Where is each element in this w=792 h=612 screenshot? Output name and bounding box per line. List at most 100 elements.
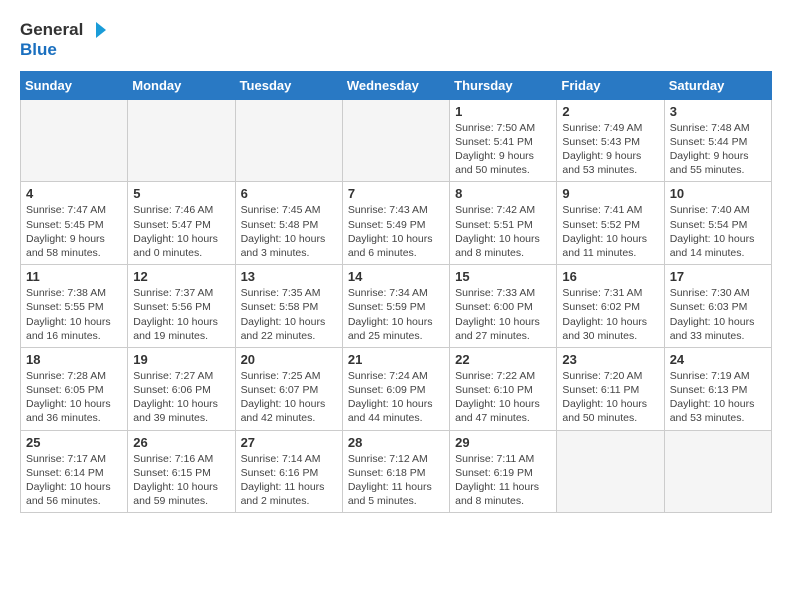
calendar-cell: 15 Sunrise: 7:33 AMSunset: 6:00 PMDayligh… [450, 265, 557, 348]
logo-bird-icon [86, 20, 106, 40]
day-info: Sunrise: 7:35 AMSunset: 5:58 PMDaylight:… [241, 286, 337, 343]
day-number: 17 [670, 269, 766, 284]
calendar-cell: 13Sunrise: 7:35 AMSunset: 5:58 PMDayligh… [235, 265, 342, 348]
day-number: 14 [348, 269, 444, 284]
day-info: Sunrise: 7:28 AMSunset: 6:05 PMDaylight:… [26, 369, 122, 426]
day-number: 27 [241, 435, 337, 450]
weekday-header-tuesday: Tuesday [235, 71, 342, 99]
calendar-cell: 8 Sunrise: 7:42 AMSunset: 5:51 PMDaylight… [450, 182, 557, 265]
calendar-cell: 1 Sunrise: 7:50 AMSunset: 5:41 PMDaylight… [450, 99, 557, 182]
calendar-week-4: 18 Sunrise: 7:28 AMSunset: 6:05 PMDayligh… [21, 347, 772, 430]
day-info: Sunrise: 7:27 AMSunset: 6:06 PMDaylight:… [133, 369, 229, 426]
day-number: 29 [455, 435, 551, 450]
calendar-cell: 22 Sunrise: 7:22 AMSunset: 6:10 PMDayligh… [450, 347, 557, 430]
calendar-cell: 2Sunrise: 7:49 AMSunset: 5:43 PMDaylight… [557, 99, 664, 182]
day-number: 1 [455, 104, 551, 119]
day-number: 20 [241, 352, 337, 367]
calendar-cell: 12 Sunrise: 7:37 AMSunset: 5:56 PMDayligh… [128, 265, 235, 348]
day-info: Sunrise: 7:11 AMSunset: 6:19 PMDaylight:… [455, 452, 551, 509]
day-number: 6 [241, 186, 337, 201]
calendar-cell: 3 Sunrise: 7:48 AMSunset: 5:44 PMDaylight… [664, 99, 771, 182]
calendar-cell: 18 Sunrise: 7:28 AMSunset: 6:05 PMDayligh… [21, 347, 128, 430]
day-info: Sunrise: 7:17 AMSunset: 6:14 PMDaylight:… [26, 452, 122, 509]
day-info: Sunrise: 7:38 AMSunset: 5:55 PMDaylight:… [26, 286, 122, 343]
weekday-header-friday: Friday [557, 71, 664, 99]
calendar-cell: 4 Sunrise: 7:47 AMSunset: 5:45 PMDaylight… [21, 182, 128, 265]
calendar-week-1: 1 Sunrise: 7:50 AMSunset: 5:41 PMDaylight… [21, 99, 772, 182]
calendar-cell: 14 Sunrise: 7:34 AMSunset: 5:59 PMDayligh… [342, 265, 449, 348]
day-number: 5 [133, 186, 229, 201]
day-info: Sunrise: 7:19 AMSunset: 6:13 PMDaylight:… [670, 369, 766, 426]
calendar-cell: 17 Sunrise: 7:30 AMSunset: 6:03 PMDayligh… [664, 265, 771, 348]
day-info: Sunrise: 7:40 AMSunset: 5:54 PMDaylight:… [670, 203, 766, 260]
day-info: Sunrise: 7:43 AMSunset: 5:49 PMDaylight:… [348, 203, 444, 260]
calendar-table: SundayMondayTuesdayWednesdayThursdayFrid… [20, 71, 772, 513]
day-number: 23 [562, 352, 658, 367]
calendar-cell: 29 Sunrise: 7:11 AMSunset: 6:19 PMDayligh… [450, 430, 557, 513]
day-info: Sunrise: 7:47 AMSunset: 5:45 PMDaylight:… [26, 203, 122, 260]
day-info: Sunrise: 7:24 AMSunset: 6:09 PMDaylight:… [348, 369, 444, 426]
day-info: Sunrise: 7:14 AMSunset: 6:16 PMDaylight:… [241, 452, 337, 509]
logo-text-general: General [20, 20, 83, 40]
calendar-cell [342, 99, 449, 182]
day-number: 2 [562, 104, 658, 119]
calendar-cell [557, 430, 664, 513]
day-info: Sunrise: 7:16 AMSunset: 6:15 PMDaylight:… [133, 452, 229, 509]
day-info: Sunrise: 7:46 AMSunset: 5:47 PMDaylight:… [133, 203, 229, 260]
calendar-cell [21, 99, 128, 182]
calendar-cell [235, 99, 342, 182]
logo-text-blue: Blue [20, 40, 106, 60]
day-number: 10 [670, 186, 766, 201]
day-number: 12 [133, 269, 229, 284]
calendar-cell: 24 Sunrise: 7:19 AMSunset: 6:13 PMDayligh… [664, 347, 771, 430]
day-number: 25 [26, 435, 122, 450]
day-number: 16 [562, 269, 658, 284]
calendar-week-2: 4 Sunrise: 7:47 AMSunset: 5:45 PMDaylight… [21, 182, 772, 265]
day-info: Sunrise: 7:22 AMSunset: 6:10 PMDaylight:… [455, 369, 551, 426]
calendar-cell: 11 Sunrise: 7:38 AMSunset: 5:55 PMDayligh… [21, 265, 128, 348]
calendar-cell: 5 Sunrise: 7:46 AMSunset: 5:47 PMDaylight… [128, 182, 235, 265]
day-number: 7 [348, 186, 444, 201]
calendar-cell: 6 Sunrise: 7:45 AMSunset: 5:48 PMDaylight… [235, 182, 342, 265]
day-number: 18 [26, 352, 122, 367]
day-info: Sunrise: 7:30 AMSunset: 6:03 PMDaylight:… [670, 286, 766, 343]
calendar-header-row: SundayMondayTuesdayWednesdayThursdayFrid… [21, 71, 772, 99]
calendar-cell: 23Sunrise: 7:20 AMSunset: 6:11 PMDayligh… [557, 347, 664, 430]
calendar-cell: 25 Sunrise: 7:17 AMSunset: 6:14 PMDayligh… [21, 430, 128, 513]
calendar-week-3: 11 Sunrise: 7:38 AMSunset: 5:55 PMDayligh… [21, 265, 772, 348]
day-number: 9 [562, 186, 658, 201]
weekday-header-saturday: Saturday [664, 71, 771, 99]
calendar-cell: 26 Sunrise: 7:16 AMSunset: 6:15 PMDayligh… [128, 430, 235, 513]
weekday-header-sunday: Sunday [21, 71, 128, 99]
day-number: 22 [455, 352, 551, 367]
day-number: 26 [133, 435, 229, 450]
calendar-cell: 21 Sunrise: 7:24 AMSunset: 6:09 PMDayligh… [342, 347, 449, 430]
day-number: 8 [455, 186, 551, 201]
calendar-cell [664, 430, 771, 513]
weekday-header-monday: Monday [128, 71, 235, 99]
day-number: 24 [670, 352, 766, 367]
day-number: 19 [133, 352, 229, 367]
day-info: Sunrise: 7:50 AMSunset: 5:41 PMDaylight:… [455, 121, 551, 178]
day-number: 28 [348, 435, 444, 450]
weekday-header-thursday: Thursday [450, 71, 557, 99]
calendar-cell: 10 Sunrise: 7:40 AMSunset: 5:54 PMDayligh… [664, 182, 771, 265]
day-info: Sunrise: 7:42 AMSunset: 5:51 PMDaylight:… [455, 203, 551, 260]
calendar-cell: 28Sunrise: 7:12 AMSunset: 6:18 PMDayligh… [342, 430, 449, 513]
day-number: 3 [670, 104, 766, 119]
logo: General Blue [20, 20, 106, 61]
calendar-cell: 19 Sunrise: 7:27 AMSunset: 6:06 PMDayligh… [128, 347, 235, 430]
day-number: 4 [26, 186, 122, 201]
calendar-cell: 7 Sunrise: 7:43 AMSunset: 5:49 PMDaylight… [342, 182, 449, 265]
calendar-cell: 16Sunrise: 7:31 AMSunset: 6:02 PMDayligh… [557, 265, 664, 348]
calendar-cell [128, 99, 235, 182]
day-number: 11 [26, 269, 122, 284]
weekday-header-wednesday: Wednesday [342, 71, 449, 99]
day-info: Sunrise: 7:48 AMSunset: 5:44 PMDaylight:… [670, 121, 766, 178]
day-info: Sunrise: 7:33 AMSunset: 6:00 PMDaylight:… [455, 286, 551, 343]
day-info: Sunrise: 7:34 AMSunset: 5:59 PMDaylight:… [348, 286, 444, 343]
day-info: Sunrise: 7:37 AMSunset: 5:56 PMDaylight:… [133, 286, 229, 343]
day-number: 15 [455, 269, 551, 284]
day-number: 21 [348, 352, 444, 367]
day-info: Sunrise: 7:45 AMSunset: 5:48 PMDaylight:… [241, 203, 337, 260]
